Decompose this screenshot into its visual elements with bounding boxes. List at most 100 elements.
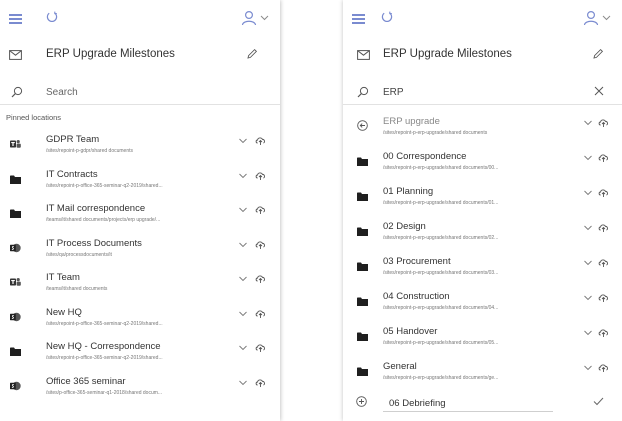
cloud-upload-icon[interactable] <box>255 239 266 250</box>
refresh-icon[interactable] <box>46 11 58 23</box>
location-path: /sites/repoint-p-erp-upgrade/shared docu… <box>383 270 499 276</box>
location-path: /sites/repoint-p-erp-upgrade/shared docu… <box>383 305 499 311</box>
location-name: 03 Procurement <box>383 256 451 267</box>
folder-icon <box>357 363 368 376</box>
list-item[interactable]: 05 Handover/sites/repoint-p-erp-upgrade/… <box>343 323 622 353</box>
confirm-checkmark-icon[interactable] <box>593 397 604 406</box>
cloud-upload-icon[interactable] <box>598 257 609 268</box>
list-item[interactable]: IT Team/teams/it/shared documents <box>0 269 280 299</box>
chevron-down-icon[interactable] <box>239 207 247 213</box>
cloud-upload-icon[interactable] <box>255 135 266 146</box>
list-item[interactable]: 03 Procurement/sites/repoint-p-erp-upgra… <box>343 253 622 283</box>
list-item[interactable]: ERP upgrade/sites/repoint-p-erp-upgrade/… <box>343 113 622 143</box>
location-name: IT Process Documents <box>46 237 142 249</box>
hamburger-menu-icon[interactable] <box>9 14 22 24</box>
location-path: /teams/it/shared documents <box>46 286 108 292</box>
top-bar <box>0 0 280 36</box>
chevron-down-icon[interactable] <box>584 365 592 371</box>
list-item[interactable]: IT Mail correspondence/teams/it/shared d… <box>0 200 280 230</box>
location-path: /sites/p-office-365-seminar-q1-2018/shar… <box>46 389 163 396</box>
cloud-upload-icon[interactable] <box>255 342 266 353</box>
user-account-icon[interactable] <box>582 10 612 26</box>
list-item[interactable]: 02 Design/sites/repoint-p-erp-upgrade/sh… <box>343 218 622 248</box>
list-item[interactable]: 04 Construction/sites/repoint-p-erp-upgr… <box>343 288 622 318</box>
location-path: /sites/repoint-p-office-365-seminar-q2-2… <box>46 182 163 189</box>
list-item[interactable]: General/sites/repoint-p-erp-upgrade/shar… <box>343 358 622 388</box>
cloud-upload-icon[interactable] <box>598 187 609 198</box>
location-name: New HQ - Correspondence <box>46 341 161 352</box>
list-item[interactable]: New HQ - Correspondence/sites/repoint-p-… <box>0 338 280 368</box>
list-item[interactable]: GDPR Team/sites/repoint-p-gdpr/shared do… <box>0 131 280 161</box>
chevron-down-icon[interactable] <box>239 276 247 282</box>
chevron-down-icon[interactable] <box>239 345 247 351</box>
cloud-upload-icon[interactable] <box>255 377 266 388</box>
list-item[interactable]: 01 Planning/sites/repoint-p-erp-upgrade/… <box>343 183 622 213</box>
cloud-upload-icon[interactable] <box>255 308 266 319</box>
cloud-upload-icon[interactable] <box>598 362 609 373</box>
sharepoint-icon <box>10 309 21 321</box>
chevron-down-icon[interactable] <box>239 242 247 248</box>
teams-icon <box>10 136 21 148</box>
chevron-down-icon[interactable] <box>584 260 592 266</box>
folder-icon <box>357 223 368 236</box>
folder-icon <box>357 188 368 201</box>
list-item[interactable]: New HQ/sites/repoint-p-office-365-semina… <box>0 304 280 334</box>
sharepoint-icon <box>10 378 21 390</box>
chevron-down-icon[interactable] <box>584 120 592 126</box>
location-name: 00 Correspondence <box>383 151 467 162</box>
search-input[interactable]: Search <box>46 87 78 98</box>
cloud-upload-icon[interactable] <box>255 170 266 181</box>
cloud-upload-icon[interactable] <box>598 292 609 303</box>
search-bar[interactable]: Search <box>0 84 280 105</box>
chevron-down-icon[interactable] <box>239 173 247 179</box>
back-arrow-icon <box>357 118 368 131</box>
location-path: /sites/repoint-p-erp-upgrade/shared docu… <box>383 375 499 381</box>
chevron-down-icon[interactable] <box>239 380 247 386</box>
mail-subject-title: ERP Upgrade Milestones <box>383 48 512 60</box>
cloud-upload-icon[interactable] <box>598 152 609 163</box>
refresh-icon[interactable] <box>381 11 393 23</box>
location-name: 04 Construction <box>383 291 450 302</box>
location-name: 02 Design <box>383 221 426 232</box>
cloud-upload-icon[interactable] <box>255 204 266 215</box>
cloud-upload-icon[interactable] <box>598 117 609 128</box>
new-folder-name-input[interactable] <box>383 395 553 412</box>
search-input[interactable]: ERP <box>383 87 404 98</box>
folder-icon <box>357 258 368 271</box>
chevron-down-icon[interactable] <box>239 311 247 317</box>
location-name: New HQ <box>46 306 82 318</box>
cloud-upload-icon[interactable] <box>598 222 609 233</box>
chevron-down-icon[interactable] <box>584 330 592 336</box>
user-account-icon[interactable] <box>240 10 270 26</box>
search-bar[interactable]: ERP <box>343 84 622 105</box>
location-name: IT Contracts <box>46 168 98 180</box>
location-path: /sites/repoint-p-erp-upgrade/shared docu… <box>383 340 499 346</box>
folder-icon <box>10 205 21 218</box>
location-name: General <box>383 361 417 372</box>
chevron-down-icon[interactable] <box>584 190 592 196</box>
chevron-down-icon[interactable] <box>584 295 592 301</box>
search-icon <box>11 86 23 98</box>
cloud-upload-icon[interactable] <box>255 273 266 284</box>
edit-pencil-icon[interactable] <box>246 48 258 60</box>
list-item[interactable]: Office 365 seminar/sites/p-office-365-se… <box>0 373 280 403</box>
right-panel: ERP Upgrade Milestones ERP ERP upgrade/s… <box>343 0 622 421</box>
location-name: 01 Planning <box>383 186 434 197</box>
cloud-upload-icon[interactable] <box>598 327 609 338</box>
location-path: /sites/repoint-p-gdpr/shared documents <box>46 148 133 154</box>
add-folder-icon[interactable] <box>356 396 367 407</box>
chevron-down-icon[interactable] <box>239 138 247 144</box>
hamburger-menu-icon[interactable] <box>352 14 365 24</box>
list-item[interactable]: IT Process Documents/sites/qa/processdoc… <box>0 235 280 265</box>
location-name: GDPR Team <box>46 134 100 145</box>
list-item[interactable]: IT Contracts/sites/repoint-p-office-365-… <box>0 166 280 196</box>
list-item[interactable]: 00 Correspondence/sites/repoint-p-erp-up… <box>343 148 622 178</box>
search-icon <box>357 86 369 98</box>
location-name: ERP upgrade <box>383 116 440 127</box>
top-bar <box>343 0 622 36</box>
location-path: /sites/repoint-p-office-365-seminar-q2-2… <box>46 320 163 327</box>
chevron-down-icon[interactable] <box>584 155 592 161</box>
chevron-down-icon[interactable] <box>584 225 592 231</box>
edit-pencil-icon[interactable] <box>592 48 604 60</box>
clear-search-icon[interactable] <box>594 86 604 96</box>
